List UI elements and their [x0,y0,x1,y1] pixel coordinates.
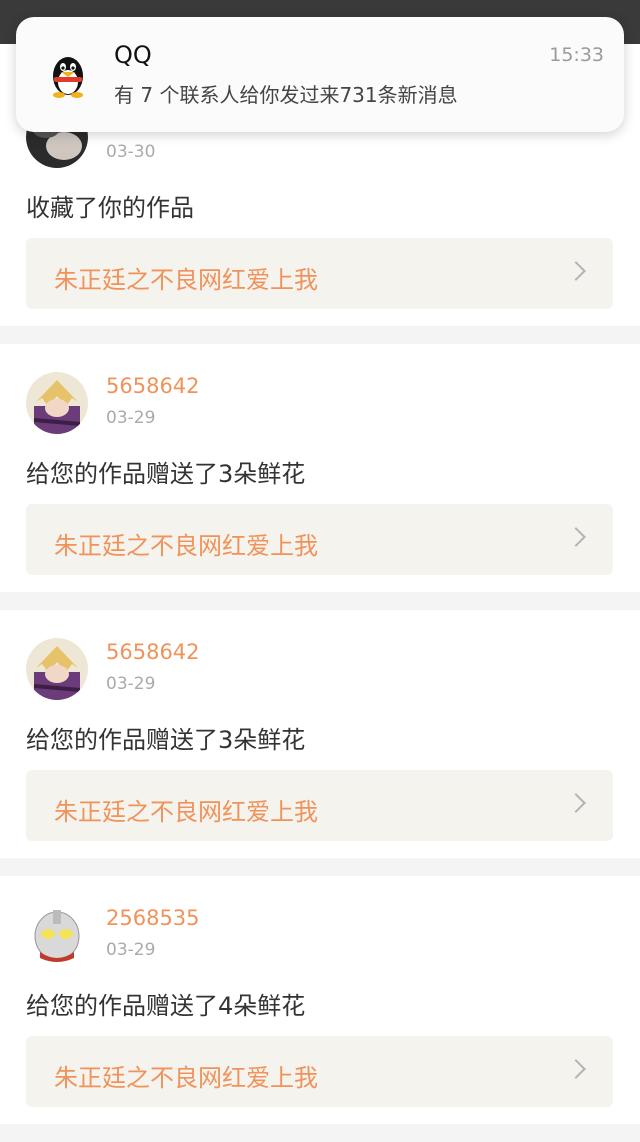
action-text: 给您的作品赠送了3朵鲜花 [26,460,306,488]
date: 03-30 [106,142,156,162]
chevron-right-icon [566,527,586,547]
date: 03-29 [106,940,156,960]
action-text: 给您的作品赠送了3朵鲜花 [26,726,306,754]
notification-app-name: QQ [114,41,152,69]
qq-penguin-icon [53,57,83,98]
date: 03-29 [106,674,156,694]
username[interactable]: 2568535 [106,906,200,930]
feed-item: 5658642 03-29 给您的作品赠送了3朵鲜花 朱正廷之不良网红爱上我 [0,610,640,858]
work-link[interactable]: 朱正廷之不良网红爱上我 [26,1036,613,1107]
feed-item: 2568535 03-29 给您的作品赠送了4朵鲜花 朱正廷之不良网红爱上我 [0,876,640,1124]
notification-time: 15:33 [549,44,604,66]
action-text: 收藏了你的作品 [26,194,194,222]
action-text: 给您的作品赠送了4朵鲜花 [26,992,306,1020]
avatar[interactable] [26,638,88,700]
work-link[interactable]: 朱正廷之不良网红爱上我 [26,770,613,841]
username[interactable]: 5658642 [106,640,200,664]
push-notification[interactable]: QQ 15:33 有 7 个联系人给你发过来731条新消息 [16,17,624,132]
work-link[interactable]: 朱正廷之不良网红爱上我 [26,504,613,575]
chevron-right-icon [566,1059,586,1079]
work-title: 朱正廷之不良网红爱上我 [54,266,318,294]
work-title: 朱正廷之不良网红爱上我 [54,798,318,826]
username[interactable]: 5658642 [106,374,200,398]
work-title: 朱正廷之不良网红爱上我 [54,532,318,560]
avatar[interactable] [26,904,88,966]
chevron-right-icon [566,793,586,813]
feed-item: 5658642 03-29 给您的作品赠送了3朵鲜花 朱正廷之不良网红爱上我 [0,344,640,592]
chevron-right-icon [566,261,586,281]
work-title: 朱正廷之不良网红爱上我 [54,1064,318,1092]
notification-feed: 03-30 收藏了你的作品 朱正廷之不良网红爱上我 5658642 03-29 … [0,96,640,1142]
notification-message: 有 7 个联系人给你发过来731条新消息 [114,83,458,107]
avatar[interactable] [26,372,88,434]
work-link[interactable]: 朱正廷之不良网红爱上我 [26,238,613,309]
date: 03-29 [106,408,156,428]
